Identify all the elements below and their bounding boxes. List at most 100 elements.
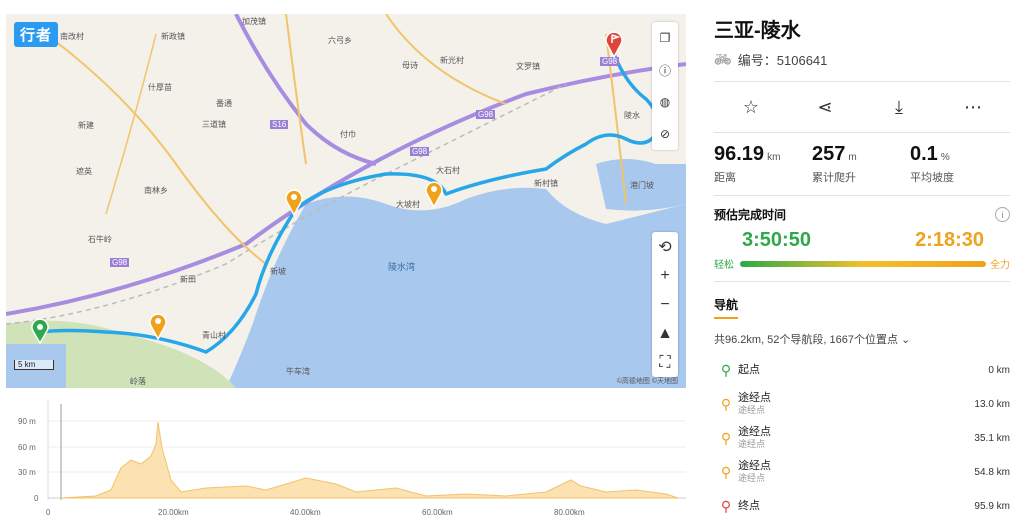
waypoint-pin-icon: ⚲ xyxy=(720,429,732,446)
brand-logo: 行者 xyxy=(14,22,59,47)
waypoint-name: 途经点 xyxy=(738,392,771,404)
stat-unit: m xyxy=(848,152,857,163)
elevation-x-tick: 80.00km xyxy=(554,508,585,517)
map-place-label: 新政镇 xyxy=(161,32,185,41)
start-marker-icon[interactable] xyxy=(30,318,50,344)
elevation-x-tick: 60.00km xyxy=(422,508,453,517)
layer-icon[interactable]: ⊘ xyxy=(652,118,678,150)
map-place-label: 文罗镇 xyxy=(516,62,540,71)
waypoint-distance: 54.8 km xyxy=(974,466,1010,478)
road-shield: G98 xyxy=(476,110,496,119)
map-place-label: 青山村 xyxy=(202,331,226,340)
waypoint-sub: 途经点 xyxy=(738,439,766,449)
divider xyxy=(714,195,1010,196)
copy-icon[interactable]: ❐ xyxy=(652,22,678,54)
map-place-label: 大石村 xyxy=(436,166,460,175)
more-icon[interactable]: ⋯ xyxy=(953,97,993,118)
divider xyxy=(714,132,1010,133)
estimate-header: 预估完成时间 i xyxy=(714,206,1010,223)
waypoint-sub: 途经点 xyxy=(738,473,766,483)
fullscreen-button[interactable]: ⛶ xyxy=(652,348,678,377)
stat-distance: 96.19 km 距离 xyxy=(714,143,812,185)
estimate-title: 预估完成时间 xyxy=(714,208,787,222)
map-place-label: 石牛岭 xyxy=(88,235,112,244)
stat-label: 距离 xyxy=(714,172,736,184)
tab-navigation[interactable]: 导航 xyxy=(714,296,1010,313)
route-title: 三亚-陵水 xyxy=(714,20,801,42)
elevation-x-tick: 20.00km xyxy=(158,508,189,517)
stat-unit: km xyxy=(767,152,781,163)
star-icon[interactable]: ☆ xyxy=(731,97,771,118)
reset-icon[interactable]: ⟲ xyxy=(652,232,678,261)
globe-icon[interactable]: ◍ xyxy=(652,86,678,118)
map-place-label: 新建 xyxy=(78,121,94,130)
waypoint-distance: 0 km xyxy=(988,364,1010,376)
road-shield: G98 xyxy=(410,147,430,156)
waypoint-distance: 35.1 km xyxy=(974,432,1010,444)
nav-summary[interactable]: 共96.2km, 52个导航段, 1667个位置点 ⌄ xyxy=(714,331,1010,347)
waypoint-marker-icon[interactable] xyxy=(148,312,168,340)
list-item[interactable]: ⚲ 终点 95.9 km xyxy=(714,489,1010,523)
end-pin-icon: ⚲ xyxy=(720,497,732,514)
map-place-label: 岭落 xyxy=(130,377,146,386)
zoom-out-button[interactable]: − xyxy=(652,290,678,319)
end-marker-icon[interactable] xyxy=(604,30,624,58)
list-item[interactable]: ⚲ 途经点 途经点 13.0 km xyxy=(714,387,1010,421)
route-map[interactable]: 行者 南改村 加茂镇 新政镇 六弓乡 什厚苗 番通 母诗 新光村 文罗镇 新建 … xyxy=(6,14,686,388)
info-icon[interactable]: i xyxy=(995,207,1010,222)
route-id: 编号：5106641 xyxy=(737,53,828,68)
map-place-label: 番通 xyxy=(216,99,232,108)
tab-underline xyxy=(714,317,738,319)
map-place-label: 加茂镇 xyxy=(242,17,266,26)
map-place-label: 什厚苗 xyxy=(148,83,172,92)
start-pin-icon: ⚲ xyxy=(720,361,732,378)
map-place-label: 母诗 xyxy=(402,61,418,70)
easy-label: 轻松 xyxy=(714,260,734,271)
time-hard: 2:18:30 xyxy=(915,229,984,251)
waypoint-marker-icon[interactable] xyxy=(284,188,304,216)
stat-climb: 257 m 累计爬升 xyxy=(812,143,910,185)
stat-unit: % xyxy=(940,152,950,163)
stat-label: 累计爬升 xyxy=(812,172,856,184)
info-icon[interactable]: ⓘ xyxy=(652,54,678,86)
waypoint-name: 起点 xyxy=(738,364,760,376)
list-item[interactable]: ⚲ 起点 0 km xyxy=(714,353,1010,387)
elevation-x-tick: 0 xyxy=(46,508,51,517)
map-place-label: 遮英 xyxy=(76,167,92,176)
waypoint-name: 途经点 xyxy=(738,426,771,438)
map-copyright: ©高德地图 ©天地图 xyxy=(616,378,678,385)
map-place-label: 新坡 xyxy=(270,267,286,276)
stat-value: 257 xyxy=(812,143,846,165)
list-item[interactable]: ⚲ 途经点 途经点 54.8 km xyxy=(714,455,1010,489)
elevation-chart[interactable]: 90 m 60 m 30 m 0 0 20.00km 40.00km 60.00… xyxy=(6,400,686,522)
road-shield: S16 xyxy=(270,120,289,129)
map-place-label: 六弓乡 xyxy=(328,36,352,45)
map-place-label: 南改村 xyxy=(60,32,84,41)
waypoint-sub: 途经点 xyxy=(738,405,766,415)
elevation-y-tick: 60 m xyxy=(18,443,36,452)
map-place-label: 陵水 xyxy=(624,111,640,120)
stat-value: 96.19 xyxy=(714,143,765,165)
elevation-x-tick: 40.00km xyxy=(290,508,321,517)
map-base xyxy=(6,14,686,388)
map-place-label: 牛车湾 xyxy=(286,367,310,376)
zoom-in-button[interactable]: + xyxy=(652,261,678,290)
waypoint-marker-icon[interactable] xyxy=(424,180,444,208)
compass-icon[interactable]: ▲ xyxy=(652,319,678,348)
map-toolbar: ❐ ⓘ ◍ ⊘ xyxy=(652,22,678,150)
elevation-y-tick: 30 m xyxy=(18,468,36,477)
route-panel: 三亚-陵水 🚲︎ 编号：5106641 ☆ ⋖ ⤓ ⋯ 96.19 km 距离 2… xyxy=(714,14,1010,523)
list-item[interactable]: ⚲ 途经点 途经点 35.1 km xyxy=(714,421,1010,455)
share-icon[interactable]: ⋖ xyxy=(805,97,845,118)
map-scale: 5 km xyxy=(14,360,55,370)
effort-gradient xyxy=(740,260,986,267)
download-icon[interactable]: ⤓ xyxy=(879,97,919,118)
action-bar: ☆ ⋖ ⤓ ⋯ xyxy=(714,82,1010,132)
zoom-controls: ⟲ + − ▲ ⛶ xyxy=(652,232,678,377)
stat-value: 0.1 xyxy=(910,143,938,165)
route-stats: 96.19 km 距离 257 m 累计爬升 0.1% 平均坡度 xyxy=(714,143,1010,185)
elevation-y-tick: 90 m xyxy=(18,417,36,426)
map-place-label: 大坡村 xyxy=(396,200,420,209)
time-easy: 3:50:50 xyxy=(742,229,811,251)
waypoint-pin-icon: ⚲ xyxy=(720,395,732,412)
